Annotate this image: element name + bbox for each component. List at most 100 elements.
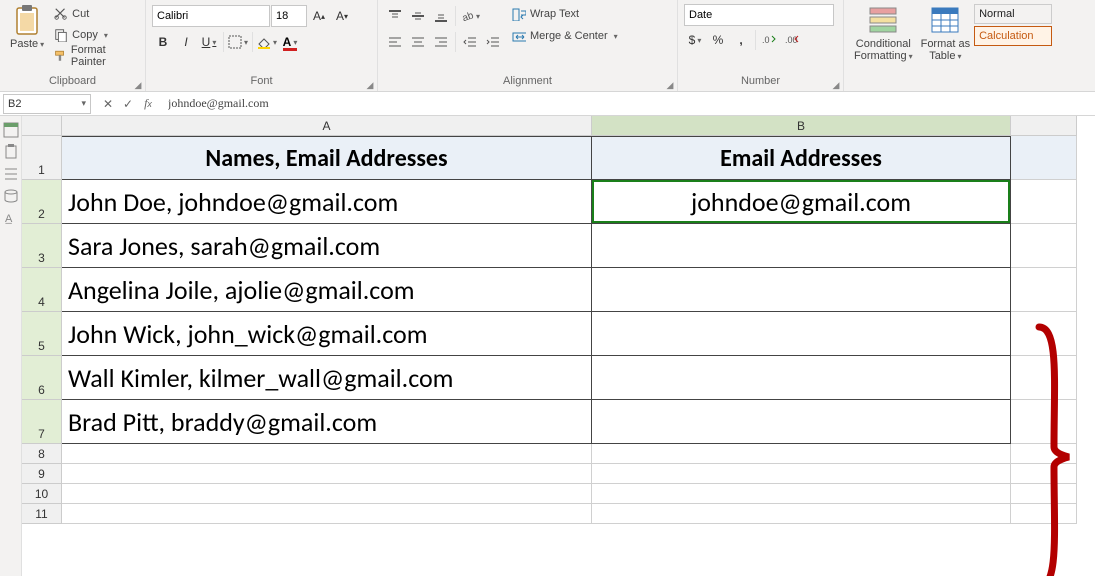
row-header[interactable]: 4 [22,268,62,312]
gutter-clipboard-icon[interactable] [3,144,19,160]
insert-function-icon[interactable]: fx [138,94,158,114]
cell-c2[interactable] [1011,180,1077,224]
fill-color-button[interactable] [256,31,278,53]
wrap-text-button[interactable]: Wrap Text [510,4,620,24]
currency-button[interactable]: $ [684,29,706,51]
gutter-db-icon[interactable] [3,188,19,204]
alignment-expand-icon[interactable]: ◢ [665,80,675,90]
cell-a5[interactable]: John Wick, john_wick@gmail.com [62,312,592,356]
align-center-icon[interactable] [407,31,429,53]
ribbon-group-styles: Conditional Formatting Format as Table N… [844,0,1084,91]
decrease-decimals-icon[interactable]: .00 [782,29,804,51]
left-toolbar: A̲ [0,116,22,576]
font-name-select[interactable] [152,5,270,27]
format-painter-label: Format Painter [71,44,137,68]
cut-button[interactable]: Cut [52,4,139,24]
cell-a6[interactable]: Wall Kimler, kilmer_wall@gmail.com [62,356,592,400]
cell[interactable] [62,444,592,464]
select-all-corner[interactable] [22,116,62,136]
row-header[interactable]: 3 [22,224,62,268]
row-header[interactable]: 11 [22,504,62,524]
cell-c1[interactable] [1011,136,1077,180]
cell[interactable] [1011,268,1077,312]
font-expand-icon[interactable]: ◢ [365,80,375,90]
merge-icon [512,29,526,43]
formula-input[interactable] [162,94,1095,114]
font-size-select[interactable] [271,5,307,27]
accept-formula-icon[interactable]: ✓ [118,94,138,114]
cell-a4[interactable]: Angelina Joile, ajolie@gmail.com [62,268,592,312]
align-top-icon[interactable] [384,5,406,27]
number-expand-icon[interactable]: ◢ [831,80,841,90]
percent-button[interactable]: % [707,29,729,51]
cancel-formula-icon[interactable]: ✕ [98,94,118,114]
cell-b3[interactable] [592,224,1011,268]
bold-button[interactable]: B [152,31,174,53]
cell-a1[interactable]: Names, Email Addresses [62,136,592,180]
bucket-icon [257,35,271,49]
borders-button[interactable] [227,31,249,53]
row-header[interactable]: 8 [22,444,62,464]
row-header[interactable]: 9 [22,464,62,484]
cell-style-normal[interactable]: Normal [974,4,1052,24]
decrease-font-icon[interactable]: A▾ [331,5,353,27]
paste-button[interactable]: Paste [6,2,48,52]
cell-b7[interactable] [592,400,1011,444]
increase-font-icon[interactable]: A▴ [308,5,330,27]
column-header-a[interactable]: A [62,116,592,136]
brace-annotation [1034,322,1074,576]
row-header[interactable]: 2 [22,180,62,224]
orientation-button[interactable]: ab [459,5,481,27]
cell-b1[interactable]: Email Addresses [592,136,1011,180]
align-bottom-icon[interactable] [430,5,452,27]
column-header-c[interactable] [1011,116,1077,136]
cell-a2[interactable]: John Doe, johndoe@gmail.com [62,180,592,224]
row-header[interactable]: 6 [22,356,62,400]
cell[interactable] [592,504,1011,524]
conditional-formatting-button[interactable]: Conditional Formatting [850,2,917,64]
copy-label: Copy [72,29,98,41]
underline-button[interactable]: U [198,31,220,53]
decrease-indent-icon[interactable] [459,31,481,53]
gutter-text-icon[interactable]: A̲ [3,210,19,226]
cell-a3[interactable]: Sara Jones, sarah@gmail.com [62,224,592,268]
cell[interactable] [592,464,1011,484]
cell[interactable] [62,504,592,524]
cell-a7[interactable]: Brad Pitt, braddy@gmail.com [62,400,592,444]
increase-decimals-icon[interactable]: .0 [759,29,781,51]
cell[interactable] [62,464,592,484]
cell[interactable] [1011,224,1077,268]
gutter-outline-icon[interactable] [3,166,19,182]
cell[interactable] [592,484,1011,504]
cell[interactable] [62,484,592,504]
number-format-select[interactable] [684,4,834,26]
comma-style-button[interactable]: , [730,29,752,51]
row-header[interactable]: 7 [22,400,62,444]
format-painter-button[interactable]: Format Painter [52,46,139,66]
row-header[interactable]: 5 [22,312,62,356]
cell-b6[interactable] [592,356,1011,400]
cell[interactable] [592,444,1011,464]
cell-b2-active[interactable]: johndoe@gmail.com [592,180,1011,224]
align-left-icon[interactable] [384,31,406,53]
font-color-button[interactable]: A [279,31,301,53]
name-box[interactable]: B2 ▾ [3,94,91,114]
italic-button[interactable]: I [175,31,197,53]
ribbon-group-alignment: ab Wrap Text Merge & Cen [378,0,678,91]
row-header[interactable]: 1 [22,136,62,180]
gutter-sheet-icon[interactable] [3,122,19,138]
row-header[interactable]: 10 [22,484,62,504]
format-as-table-button[interactable]: Format as Table [917,2,975,64]
cell-b5[interactable] [592,312,1011,356]
cell-b4[interactable] [592,268,1011,312]
align-middle-icon[interactable] [407,5,429,27]
column-header-b[interactable]: B [592,116,1011,136]
formula-bar: B2 ▾ ✕ ✓ fx [0,92,1095,116]
align-right-icon[interactable] [430,31,452,53]
copy-button[interactable]: Copy [52,25,139,45]
name-box-dropdown-icon[interactable]: ▾ [81,98,86,109]
merge-center-button[interactable]: Merge & Center [510,26,620,46]
cell-style-calculation[interactable]: Calculation [974,26,1052,46]
clipboard-expand-icon[interactable]: ◢ [133,80,143,90]
increase-indent-icon[interactable] [482,31,504,53]
